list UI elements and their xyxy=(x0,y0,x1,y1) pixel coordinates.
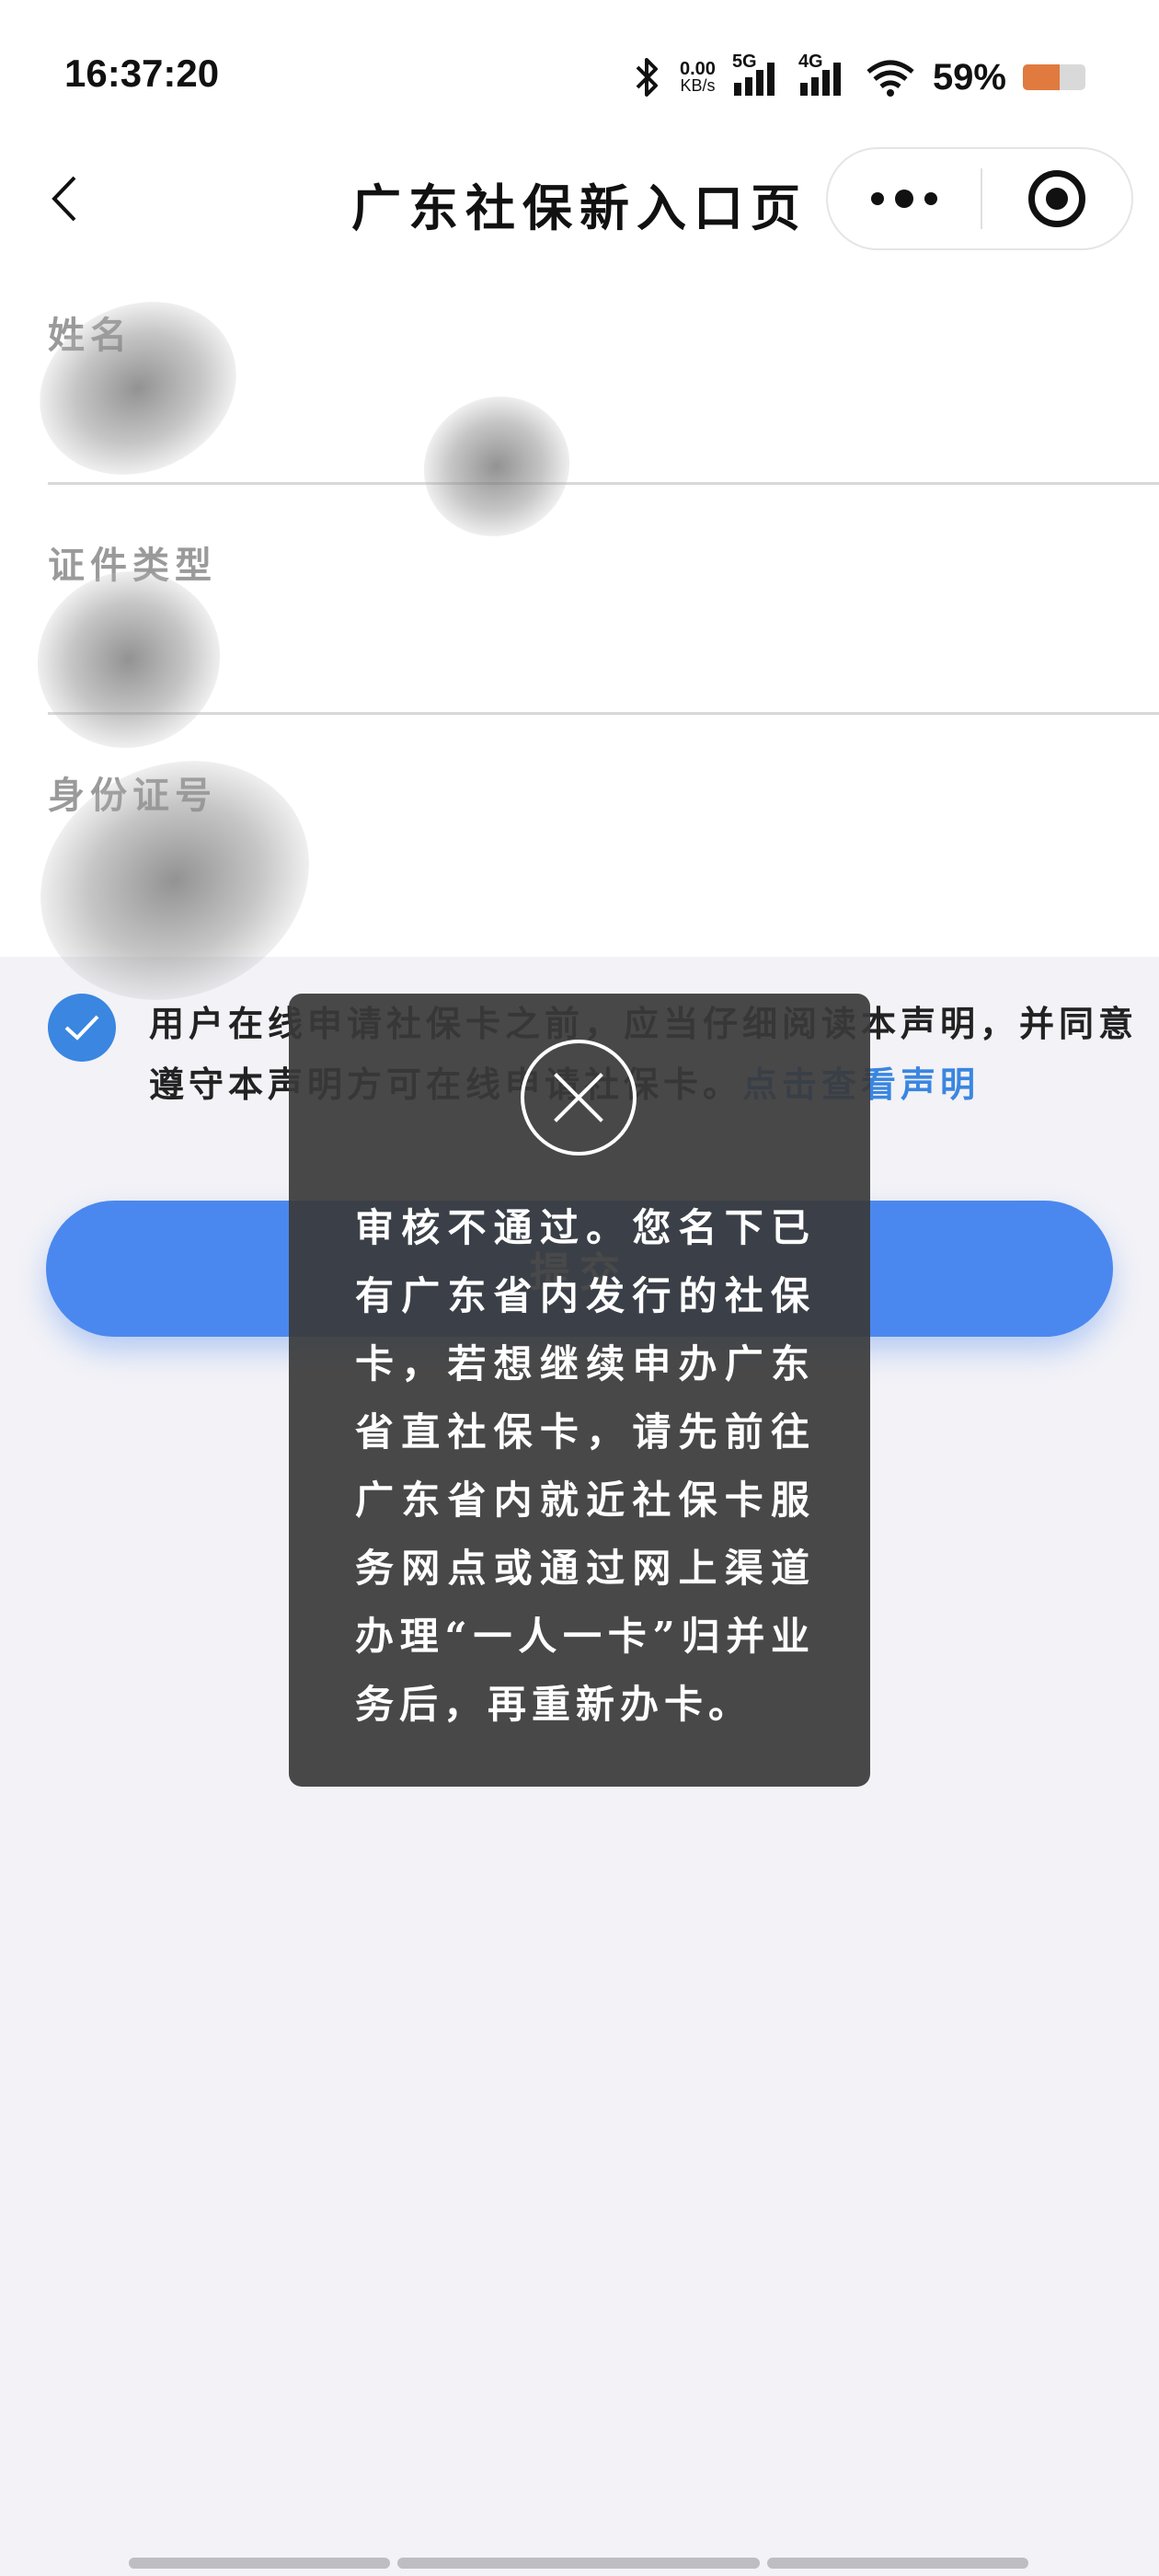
signal-4g-label: 4G xyxy=(798,52,823,72)
target-close-icon xyxy=(1028,170,1085,227)
signal-5g-icon: 5G xyxy=(732,52,782,98)
close-circle-icon[interactable] xyxy=(521,1040,637,1156)
more-dots-icon xyxy=(871,190,937,208)
error-toast: 审核不通过。您名下已有广东省内发行的社保卡，若想继续申办广东省直社保卡，请先前往… xyxy=(289,994,870,1787)
home-indicator[interactable] xyxy=(129,2558,1028,2569)
network-speed-unit: KB/s xyxy=(680,76,716,95)
mini-program-capsule xyxy=(826,147,1133,250)
close-mini-program-button[interactable] xyxy=(982,149,1131,248)
field-label-id-type: 证件类型 xyxy=(48,544,217,587)
status-bar: 16:37:20 0.00 KB/s 5G 4G 59% xyxy=(0,0,1159,147)
wifi-icon xyxy=(865,57,916,98)
network-speed-value: 0.00 xyxy=(680,59,716,79)
battery-level xyxy=(1023,64,1061,90)
signal-4g-icon: 4G xyxy=(798,52,848,98)
toast-message: 审核不通过。您名下已有广东省内发行的社保卡，若想继续申办广东省直社保卡，请先前往… xyxy=(355,1205,815,1727)
more-button[interactable] xyxy=(828,149,981,248)
checkmark-icon xyxy=(64,1015,99,1041)
agreement-checkbox[interactable] xyxy=(48,994,116,1062)
form-area: 姓名 证件类型 身份证号 xyxy=(0,250,1159,1043)
bluetooth-icon xyxy=(632,56,663,98)
battery-percent: 59% xyxy=(932,56,1006,98)
network-speed: 0.00 KB/s xyxy=(680,59,716,95)
nav-bar: 广东社保新入口页 xyxy=(0,147,1159,250)
battery-icon xyxy=(1023,64,1085,90)
status-time: 16:37:20 xyxy=(64,52,220,95)
signal-5g-label: 5G xyxy=(731,52,757,72)
field-divider xyxy=(48,482,1159,485)
status-icons: 0.00 KB/s 5G 4G 59% xyxy=(632,52,1085,103)
field-divider xyxy=(48,712,1159,715)
